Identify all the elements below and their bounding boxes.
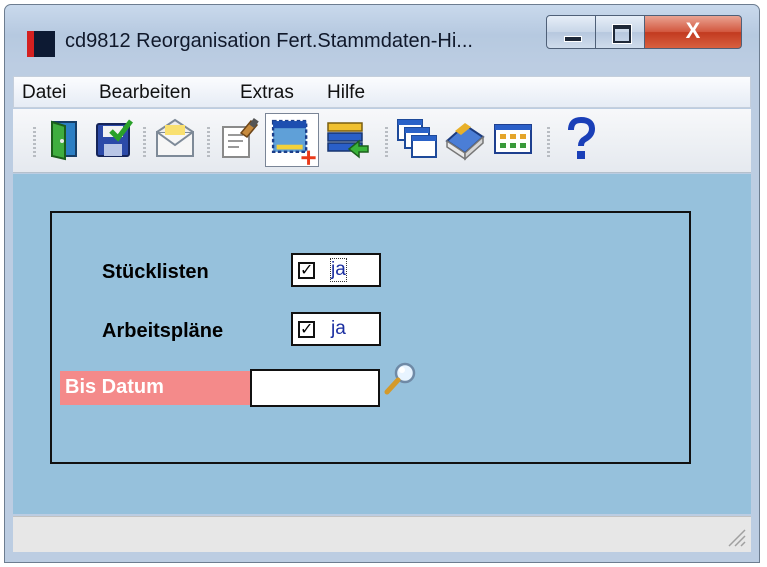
window-title: cd9812 Reorganisation Fert.Stammdaten-Hi… xyxy=(65,30,473,52)
toolbar-separator xyxy=(143,127,146,157)
minimize-icon xyxy=(564,36,582,42)
book-icon[interactable] xyxy=(443,117,487,161)
form-workspace: Stücklisten ✓ ja Arbeitspläne ✓ ja Bis D… xyxy=(13,174,751,514)
stuecklisten-checkbox[interactable]: ✓ xyxy=(298,262,315,279)
grid-view-icon[interactable] xyxy=(491,117,535,161)
bis-datum-input[interactable] xyxy=(250,369,380,407)
toolbar-separator xyxy=(207,127,210,157)
app-icon[interactable] xyxy=(27,31,55,57)
minimize-button[interactable] xyxy=(546,15,596,49)
maximize-icon xyxy=(613,25,631,43)
windows-icon[interactable] xyxy=(395,117,439,161)
title-bar[interactable]: cd9812 Reorganisation Fert.Stammdaten-Hi… xyxy=(5,5,759,67)
exit-door-icon[interactable] xyxy=(43,117,87,161)
resize-grip-icon[interactable] xyxy=(725,526,747,548)
save-icon[interactable] xyxy=(91,117,135,161)
arbeitsplaene-label: Arbeitspläne xyxy=(102,320,224,342)
mail-icon[interactable] xyxy=(153,117,197,161)
application-window: cd9812 Reorganisation Fert.Stammdaten-Hi… xyxy=(4,4,760,563)
maximize-button[interactable] xyxy=(595,15,645,49)
new-record-icon[interactable] xyxy=(265,113,319,167)
toolbar xyxy=(13,109,751,173)
edit-document-icon[interactable] xyxy=(217,117,261,161)
menu-datei[interactable]: Datei xyxy=(22,82,66,104)
toolbar-separator xyxy=(385,127,388,157)
stuecklisten-value: ja xyxy=(330,258,347,282)
status-bar xyxy=(13,516,751,552)
close-button[interactable]: X xyxy=(644,15,742,49)
arbeitsplaene-checkbox[interactable]: ✓ xyxy=(298,321,315,338)
menu-bar: Datei Bearbeiten Extras Hilfe xyxy=(13,76,751,108)
menu-bearbeiten[interactable]: Bearbeiten xyxy=(99,82,191,104)
arbeitsplaene-field[interactable]: ✓ ja xyxy=(291,312,381,346)
transfer-list-icon[interactable] xyxy=(325,117,375,161)
bis-datum-label: Bis Datum xyxy=(60,371,250,405)
toolbar-separator xyxy=(547,127,550,157)
menu-extras[interactable]: Extras xyxy=(240,82,294,104)
menu-hilfe[interactable]: Hilfe xyxy=(327,82,365,104)
stuecklisten-field[interactable]: ✓ ja xyxy=(291,253,381,287)
stuecklisten-label: Stücklisten xyxy=(102,261,209,283)
help-icon[interactable] xyxy=(559,117,603,161)
arbeitsplaene-value: ja xyxy=(331,318,346,339)
magnifier-lookup-icon[interactable] xyxy=(383,360,419,396)
toolbar-grip xyxy=(33,127,36,157)
